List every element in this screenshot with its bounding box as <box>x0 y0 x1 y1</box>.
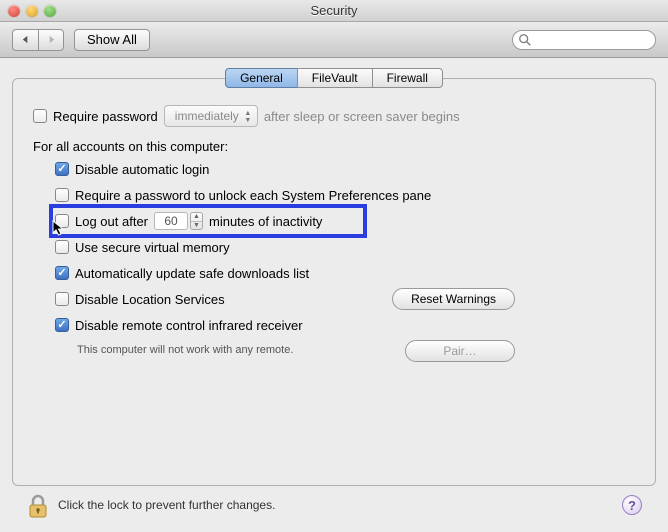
disable-ir-row: Disable remote control infrared receiver <box>55 314 635 336</box>
forward-button[interactable] <box>38 29 64 51</box>
auto-update-safe-row: Automatically update safe downloads list <box>55 262 635 284</box>
secure-vm-row: Use secure virtual memory <box>55 236 635 258</box>
show-all-button[interactable]: Show All <box>74 29 150 51</box>
ir-note: This computer will not work with any rem… <box>77 344 293 356</box>
require-password-checkbox[interactable] <box>33 109 47 123</box>
require-unlock-pane-checkbox[interactable] <box>55 188 69 202</box>
search-icon <box>518 33 532 47</box>
require-password-after-label: after sleep or screen saver begins <box>264 109 460 124</box>
pane-body: General FileVault Firewall Require passw… <box>0 58 668 532</box>
logout-minutes-input[interactable] <box>154 212 188 230</box>
search-input[interactable] <box>512 30 656 50</box>
auto-update-safe-label: Automatically update safe downloads list <box>75 266 309 281</box>
secure-vm-checkbox[interactable] <box>55 240 69 254</box>
tab-firewall[interactable]: Firewall <box>372 68 443 88</box>
disable-auto-login-label: Disable automatic login <box>75 162 209 177</box>
lock-text: Click the lock to prevent further change… <box>58 498 275 512</box>
window: Security Show All General FileVault Fire… <box>0 0 668 532</box>
window-title: Security <box>0 3 668 18</box>
disable-location-row: Disable Location Services Reset Warnings <box>55 288 635 310</box>
logout-label-before: Log out after <box>75 214 148 229</box>
secure-vm-label: Use secure virtual memory <box>75 240 230 255</box>
disable-location-checkbox[interactable] <box>55 292 69 306</box>
popup-arrows-icon: ▲▼ <box>242 109 254 125</box>
logout-minutes-stepper: ▲▼ <box>154 212 203 230</box>
disable-location-label: Disable Location Services <box>75 292 225 307</box>
lock-icon[interactable] <box>26 491 50 519</box>
logout-minutes-stepper-buttons[interactable]: ▲▼ <box>190 212 203 230</box>
toolbar: Show All <box>0 22 668 58</box>
require-password-timing-value: immediately <box>175 109 239 123</box>
footer: Click the lock to prevent further change… <box>12 486 656 524</box>
require-unlock-pane-label: Require a password to unlock each System… <box>75 188 431 203</box>
logout-checkbox[interactable] <box>55 214 69 228</box>
search-field[interactable] <box>512 30 656 50</box>
disable-ir-label: Disable remote control infrared receiver <box>75 318 303 333</box>
accounts-section-label: For all accounts on this computer: <box>33 139 635 154</box>
tabs: General FileVault Firewall <box>12 68 656 88</box>
require-password-row: Require password immediately ▲▼ after sl… <box>33 105 635 127</box>
back-button[interactable] <box>12 29 38 51</box>
reset-warnings-button[interactable]: Reset Warnings <box>392 288 515 310</box>
require-password-label: Require password <box>53 109 158 124</box>
disable-auto-login-row: Disable automatic login <box>55 158 635 180</box>
disable-auto-login-checkbox[interactable] <box>55 162 69 176</box>
disable-ir-checkbox[interactable] <box>55 318 69 332</box>
help-button[interactable]: ? <box>622 495 642 515</box>
pair-button[interactable]: Pair… <box>405 340 515 362</box>
tab-filevault[interactable]: FileVault <box>297 68 373 88</box>
titlebar: Security <box>0 0 668 22</box>
general-panel: Require password immediately ▲▼ after sl… <box>12 78 656 486</box>
logout-label-after: minutes of inactivity <box>209 214 322 229</box>
auto-update-safe-checkbox[interactable] <box>55 266 69 280</box>
nav-segment <box>12 29 64 51</box>
tab-general[interactable]: General <box>225 68 298 88</box>
logout-row: Log out after ▲▼ minutes of inactivity <box>55 210 635 232</box>
require-password-timing-popup[interactable]: immediately ▲▼ <box>164 105 258 127</box>
ir-note-row: This computer will not work with any rem… <box>33 340 635 362</box>
require-unlock-pane-row: Require a password to unlock each System… <box>55 184 635 206</box>
